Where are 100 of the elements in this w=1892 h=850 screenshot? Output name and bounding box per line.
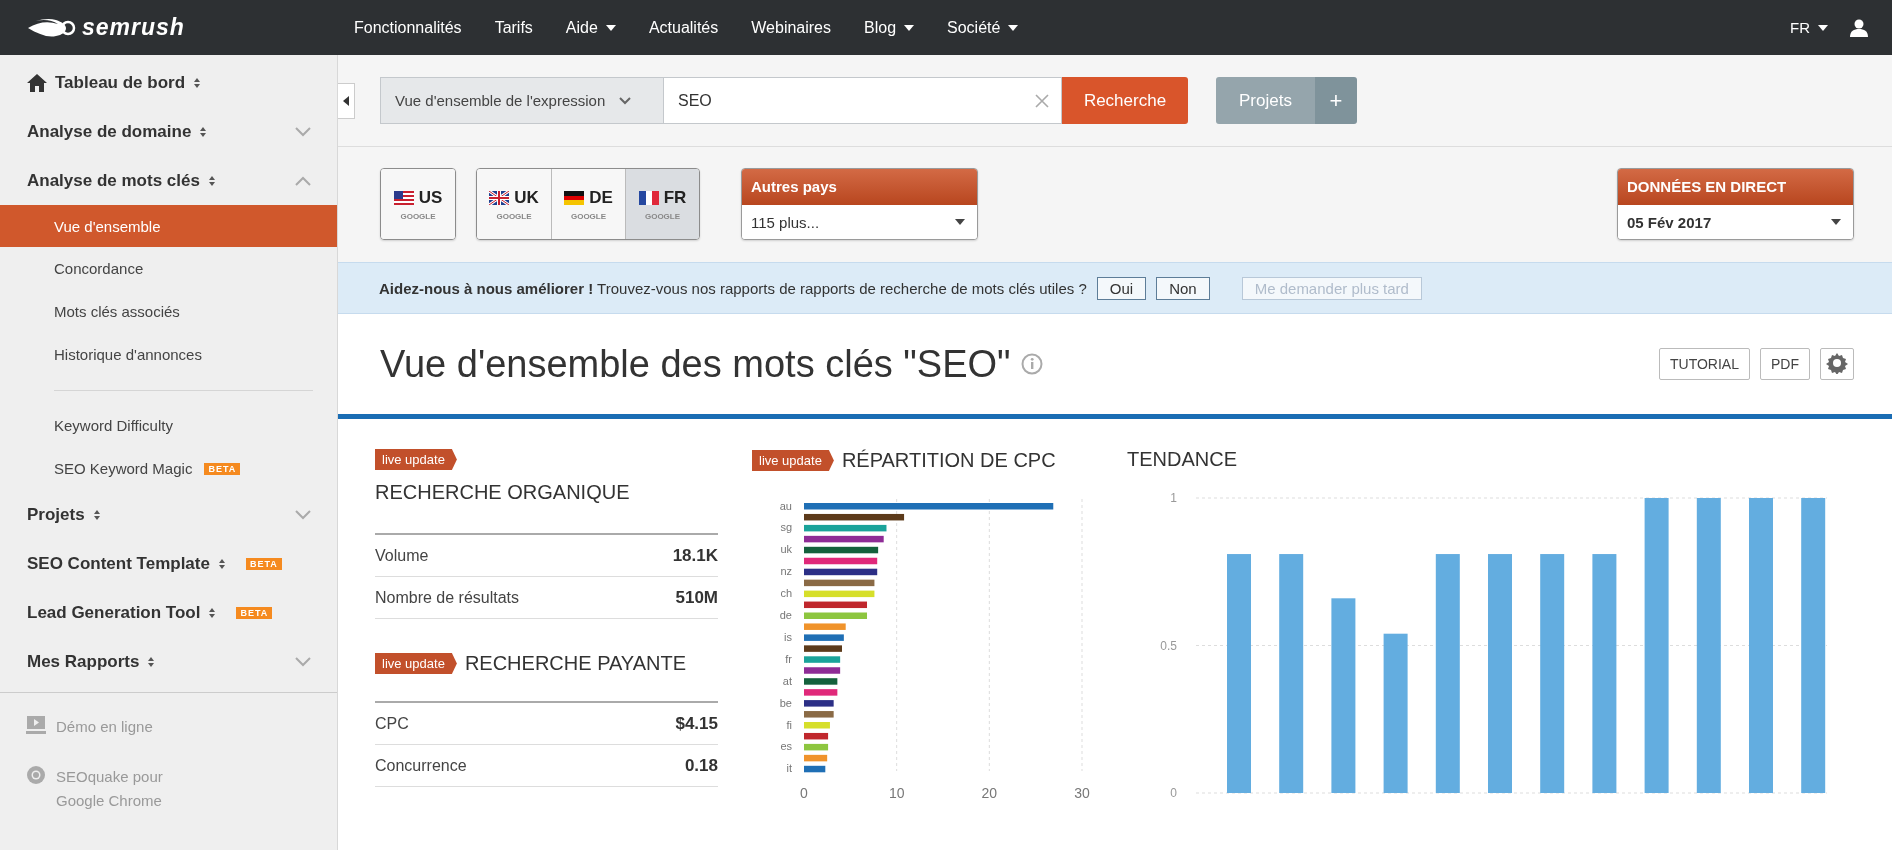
nav-link[interactable]: Société <box>947 18 1019 37</box>
sidebar-item[interactable]: Projets <box>27 504 85 525</box>
house-icon <box>27 73 47 92</box>
beta-badge: BETA <box>204 462 241 475</box>
axis-tick-label: 20 <box>981 785 998 801</box>
dropdown-header: DONNÉES EN DIRECT <box>1618 169 1853 205</box>
chart-bar <box>804 590 875 598</box>
engine-label: GOOGLE <box>570 211 607 221</box>
sort-icon <box>207 174 216 187</box>
sidebar-toggle[interactable] <box>338 83 355 119</box>
search-mode-dropdown[interactable]: Vue d'ensemble de l'expression <box>380 77 664 124</box>
report-button[interactable]: PDF <box>1760 348 1810 380</box>
database-tab[interactable]: DE GOOGLE <box>551 169 625 239</box>
sidebar-item[interactable]: Vue d'ensemble <box>0 205 337 247</box>
sort-icon <box>208 606 217 619</box>
sidebar-item[interactable]: Lead Generation Tool <box>27 602 201 623</box>
sidebar-item[interactable]: Tableau de bord <box>55 72 186 93</box>
flag-icon <box>638 190 659 205</box>
live-update-badge: live update <box>375 449 457 470</box>
database-tab[interactable]: UK GOOGLE <box>477 169 551 239</box>
metric-label: Volume <box>375 546 429 565</box>
chart-bar <box>804 612 867 619</box>
sidebar-item[interactable]: Mots clés associés <box>0 290 337 333</box>
metric-value: 18.1K <box>672 545 718 566</box>
search-field[interactable]: SEO <box>664 77 1062 124</box>
chart-bar <box>804 645 842 652</box>
axis-tick-label: 30 <box>1074 785 1090 801</box>
chart-bar <box>804 732 829 740</box>
panel-title: RECHERCHE ORGANIQUE <box>375 481 631 504</box>
chart-bar <box>804 678 838 685</box>
database-tab[interactable]: FR GOOGLE <box>625 169 699 239</box>
category-label: de <box>779 609 792 621</box>
sidebar-item[interactable]: SEO Content Template <box>27 553 210 574</box>
nav-link[interactable]: Aide <box>565 18 616 37</box>
chart-bar <box>804 743 829 751</box>
metric-label: CPC <box>375 714 409 733</box>
nav-link[interactable]: Blog <box>864 18 915 37</box>
dropdown-select[interactable]: 05 Fév 2017 <box>1618 205 1853 239</box>
axis-tick-label: 10 <box>888 785 905 801</box>
nav-link[interactable]: Webinaires <box>751 18 831 37</box>
category-label: at <box>782 674 792 687</box>
sidebar-item[interactable]: SEO Keyword Magic <box>0 447 193 490</box>
live-update-badge: live update <box>375 653 457 674</box>
engine-label: GOOGLE <box>644 211 681 221</box>
info-icon <box>1020 353 1043 375</box>
sidebar-item[interactable]: Analyse de domaine <box>27 121 192 142</box>
nav-link[interactable]: Fonctionnalités <box>354 18 462 37</box>
caret-icon <box>955 219 965 225</box>
country-code: US <box>418 187 443 208</box>
axis-tick-label: 0.5 <box>1160 638 1177 653</box>
category-label: uk <box>780 543 792 556</box>
category-label: is <box>784 630 792 643</box>
panel-title: RECHERCHE PAYANTE <box>464 652 687 675</box>
sort-icon <box>92 508 101 521</box>
chart-bar <box>804 667 841 674</box>
language-selector[interactable]: FR <box>1790 19 1828 36</box>
axis-tick-label: 1 <box>1170 491 1177 505</box>
beta-badge: BETA <box>245 557 282 570</box>
chart-bar <box>804 700 834 707</box>
sidebar-item[interactable]: Mes Rapports <box>27 651 140 672</box>
country-code: DE <box>589 187 613 208</box>
live-update-badge: live update <box>752 450 834 471</box>
dropdown-select[interactable]: 115 plus... <box>742 205 977 239</box>
panel-title: RÉPARTITION DE CPC <box>841 449 1056 472</box>
chart-bar <box>804 601 867 609</box>
search-button[interactable]: Recherche <box>1062 77 1188 124</box>
feedback-button[interactable]: Non <box>1156 276 1210 300</box>
axis-tick-label: 0 <box>1170 786 1177 800</box>
sidebar-item[interactable]: Keyword Difficulty <box>0 404 337 447</box>
axis-tick-label: 0 <box>800 785 808 801</box>
caret-icon <box>1818 24 1828 31</box>
category-label: it <box>786 762 792 775</box>
category-label: fi <box>786 718 792 731</box>
report-button[interactable]: TUTORIAL <box>1659 348 1750 380</box>
chart-bar <box>804 754 828 762</box>
feedback-button[interactable]: Oui <box>1096 276 1147 300</box>
nav-link[interactable]: Tarifs <box>494 18 533 37</box>
country-code: UK <box>514 187 539 208</box>
clear-icon <box>1035 93 1049 108</box>
user-icon <box>1850 18 1868 37</box>
category-label: be <box>779 696 792 709</box>
sort-icon <box>217 557 226 570</box>
sort-icon <box>147 655 156 668</box>
metric-value: $4.15 <box>675 713 718 734</box>
chart-bar <box>804 656 841 663</box>
nav-link[interactable]: Actualités <box>648 18 719 37</box>
sidebar-item[interactable]: Concordance <box>0 247 337 290</box>
chart-bar <box>804 765 826 773</box>
category-label: au <box>779 499 792 512</box>
caret-icon <box>1831 219 1841 225</box>
report-title: Vue d'ensemble des mots clés "SEO" <box>380 342 1011 386</box>
flag-icon <box>393 190 414 205</box>
category-label: fr <box>785 652 792 665</box>
country-code: FR <box>663 187 687 208</box>
sidebar-item[interactable]: Analyse de mots clés <box>27 170 200 191</box>
flag-icon <box>489 190 510 205</box>
database-tab[interactable]: US GOOGLE <box>381 169 455 239</box>
sort-icon <box>193 76 202 89</box>
settings-button[interactable] <box>1820 348 1854 380</box>
sidebar-item[interactable]: Historique d'annonces <box>0 333 337 376</box>
